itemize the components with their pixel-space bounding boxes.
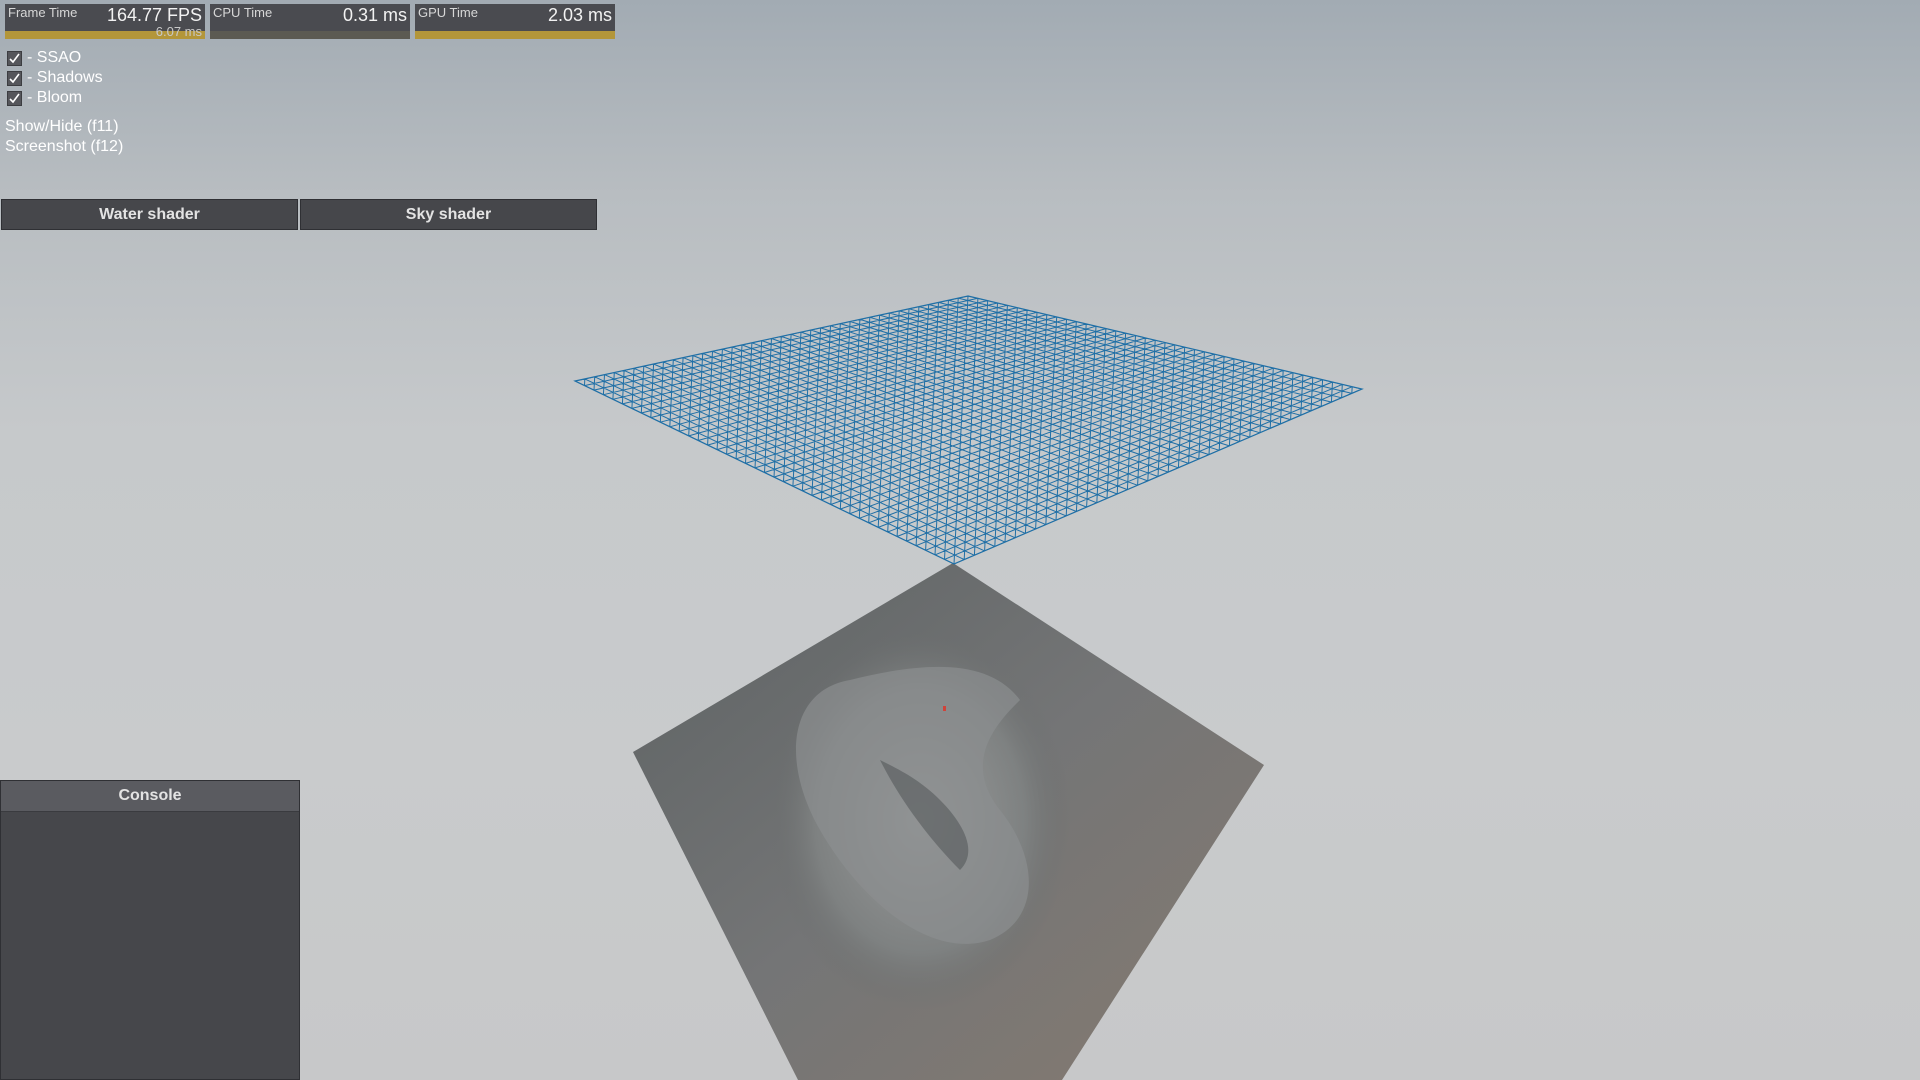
marker	[943, 706, 946, 711]
water-wireframe	[575, 296, 1362, 564]
frame-time-ms: 6.07 ms	[155, 24, 202, 39]
bloom-label: - Bloom	[27, 89, 83, 106]
shadows-label: - Shadows	[27, 69, 103, 86]
option-shadows[interactable]: - Shadows	[7, 69, 103, 87]
gpu-time-value: 2.03 ms	[547, 5, 612, 25]
ssao-checkbox[interactable]	[7, 50, 22, 66]
frame-time-widget: Frame Time 164.77 FPS 6.07 ms	[5, 4, 205, 39]
sky-shader-button[interactable]: Sky shader	[300, 199, 597, 230]
show-hide-hint: Show/Hide (f11)	[5, 118, 119, 135]
ssao-label: - SSAO	[27, 49, 82, 66]
check-icon	[9, 73, 20, 83]
water-shader-button[interactable]: Water shader	[1, 199, 298, 230]
cpu-time-widget: CPU Time 0.31 ms	[210, 4, 410, 39]
check-icon	[9, 53, 20, 63]
wireframe-grid-lines	[575, 296, 1362, 564]
cpu-time-label: CPU Time	[213, 5, 273, 20]
cpu-time-graph	[210, 31, 410, 39]
gpu-time-label: GPU Time	[418, 5, 478, 20]
frame-time-fps: 164.77 FPS	[106, 5, 202, 25]
option-ssao[interactable]: - SSAO	[7, 49, 81, 67]
gpu-time-widget: GPU Time 2.03 ms	[415, 4, 615, 39]
console-title[interactable]: Console	[1, 781, 299, 812]
bloom-checkbox[interactable]	[7, 90, 22, 106]
check-icon	[9, 93, 20, 103]
shadows-checkbox[interactable]	[7, 70, 22, 86]
console-panel[interactable]: Console	[0, 780, 300, 1080]
3d-viewport[interactable]: Frame Time 164.77 FPS 6.07 ms CPU Time 0…	[0, 0, 1920, 1080]
cpu-time-value: 0.31 ms	[342, 5, 407, 25]
option-bloom[interactable]: - Bloom	[7, 89, 82, 107]
gpu-time-graph	[415, 31, 615, 39]
screenshot-hint: Screenshot (f12)	[5, 138, 124, 155]
frame-time-label: Frame Time	[8, 5, 78, 20]
